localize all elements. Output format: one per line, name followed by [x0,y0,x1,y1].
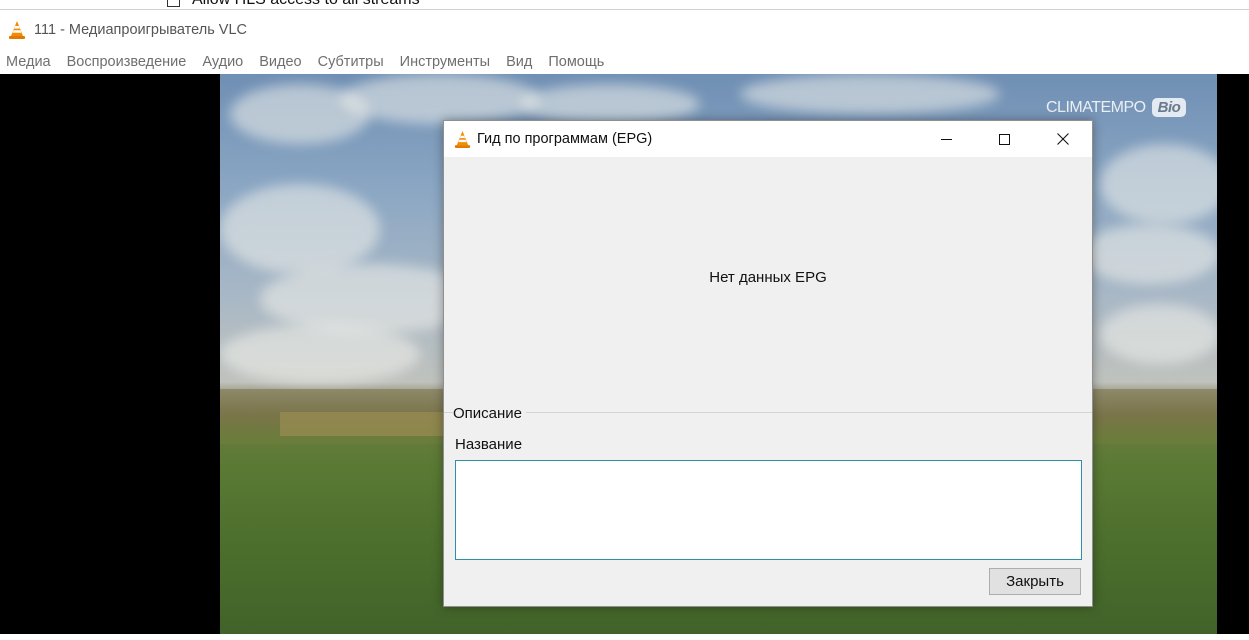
program-name-label: Название [455,436,523,453]
menu-help[interactable]: Помощь [548,54,612,70]
description-group-label: Описание [453,405,527,422]
background-window-strip: Allow HLS access to all streams [0,0,1249,10]
vlc-cone-icon [454,130,471,148]
watermark-badge: Bio [1151,98,1187,117]
bottom-strip [0,634,1249,640]
maximize-button[interactable] [975,121,1033,157]
channel-watermark: CLIMATEMPO Bio [1046,98,1187,117]
window-title: 111 - Медиапроигрыватель VLC [34,22,247,38]
watermark-text: CLIMATEMPO [1046,98,1146,116]
description-text-box[interactable] [455,460,1082,560]
dialog-title-bar[interactable]: Гид по программам (EPG) [444,121,1092,157]
close-icon [1057,133,1069,145]
close-button[interactable]: Закрыть [989,568,1081,595]
minimize-button[interactable] [917,121,975,157]
hls-checkbox[interactable] [167,0,180,7]
menu-subtitles[interactable]: Субтитры [318,54,392,70]
menu-playback[interactable]: Воспроизведение [67,54,195,70]
epg-dialog: Гид по программам (EPG) Нет данных EPG О… [443,120,1093,607]
hls-checkbox-label: Allow HLS access to all streams [192,0,420,9]
no-epg-data-text: Нет данных EPG [709,269,827,286]
close-window-button[interactable] [1034,121,1092,157]
description-group-divider [444,412,1092,413]
dialog-title: Гид по программам (EPG) [477,131,653,147]
menu-bar: Медиа Воспроизведение Аудио Видео Субтит… [0,50,1249,74]
vlc-cone-icon [9,21,25,39]
menu-tools[interactable]: Инструменты [400,54,498,70]
menu-audio[interactable]: Аудио [202,54,251,70]
window-title-bar: 111 - Медиапроигрыватель VLC [0,10,1249,50]
maximize-icon [998,133,1010,145]
minimize-icon [940,138,952,140]
menu-media[interactable]: Медиа [6,54,59,70]
menu-view[interactable]: Вид [506,54,540,70]
menu-video[interactable]: Видео [259,54,309,70]
